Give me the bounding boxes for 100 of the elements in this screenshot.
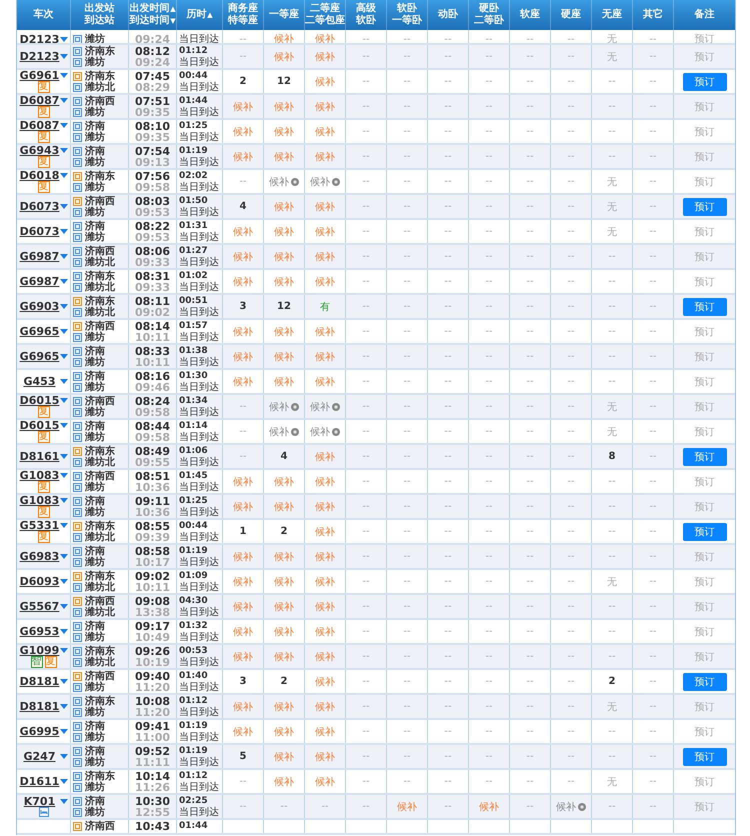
expand-caret-icon[interactable]: [60, 579, 68, 584]
train-number-link[interactable]: G6903: [19, 301, 60, 312]
seat-status[interactable]: 候补: [233, 550, 253, 564]
seat-status[interactable]: 候补: [274, 224, 294, 238]
seat-status[interactable]: 候补: [274, 50, 294, 64]
train-number-link[interactable]: D2123: [19, 34, 60, 43]
train-number-link[interactable]: G6943: [19, 145, 60, 156]
seat-status[interactable]: 候补: [274, 650, 294, 664]
seat-status[interactable]: 候补: [315, 474, 335, 488]
seat-status[interactable]: 候补: [274, 32, 294, 43]
train-number-link[interactable]: D6073: [19, 226, 60, 237]
expand-caret-icon[interactable]: [60, 398, 68, 403]
seat-status[interactable]: 候补: [274, 500, 294, 514]
seat-status[interactable]: 候补: [315, 500, 335, 514]
train-number-link[interactable]: D6087: [19, 95, 60, 106]
train-number-link[interactable]: K701: [19, 796, 60, 807]
seat-status[interactable]: 候补: [233, 374, 253, 388]
seat-status[interactable]: 候补: [233, 150, 253, 164]
seat-status[interactable]: 候补: [315, 224, 335, 238]
expand-caret-icon[interactable]: [60, 148, 68, 153]
seat-status[interactable]: 候补: [315, 750, 335, 764]
seat-status[interactable]: 候补: [233, 650, 253, 664]
seat-status[interactable]: 候补: [233, 100, 253, 114]
train-number-link[interactable]: D8161: [19, 451, 60, 462]
expand-caret-icon[interactable]: [60, 729, 68, 734]
seat-status[interactable]: 候补: [479, 800, 499, 814]
seat-status[interactable]: 候补: [274, 124, 294, 138]
book-button[interactable]: 预订: [682, 522, 726, 540]
seat-status[interactable]: 候补: [315, 324, 335, 338]
seat-status[interactable]: 候补: [315, 32, 335, 43]
seat-status[interactable]: 候补: [274, 374, 294, 388]
expand-caret-icon[interactable]: [60, 173, 68, 178]
train-number-link[interactable]: G6965: [19, 326, 60, 337]
seat-status[interactable]: 候补: [315, 700, 335, 714]
expand-caret-icon[interactable]: [60, 54, 68, 59]
seat-status[interactable]: 候补: [233, 124, 253, 138]
seat-status[interactable]: 候补: [233, 624, 253, 638]
train-number-link[interactable]: G5567: [19, 601, 60, 612]
expand-caret-icon[interactable]: [60, 379, 68, 384]
book-button[interactable]: 预订: [682, 198, 726, 216]
column-header[interactable]: 到达时间: [129, 15, 170, 27]
seat-status[interactable]: 候补: [315, 100, 335, 114]
train-number-link[interactable]: G1083: [19, 470, 60, 481]
seat-status[interactable]: 候补: [315, 600, 335, 614]
seat-status[interactable]: 候补: [274, 624, 294, 638]
seat-status[interactable]: 候补: [315, 524, 335, 538]
train-number-link[interactable]: D1611: [19, 776, 60, 787]
seat-status[interactable]: 候补: [274, 200, 294, 214]
seat-status[interactable]: 候补: [315, 450, 335, 464]
seat-status[interactable]: 候补: [315, 74, 335, 88]
train-number-link[interactable]: G6987: [19, 276, 60, 287]
expand-caret-icon[interactable]: [60, 354, 68, 359]
seat-status[interactable]: 候补: [274, 550, 294, 564]
seat-status[interactable]: 候补: [315, 200, 335, 214]
expand-caret-icon[interactable]: [60, 304, 68, 309]
seat-status[interactable]: 候补: [233, 474, 253, 488]
train-number-link[interactable]: G6965: [19, 351, 60, 362]
seat-status[interactable]: 候补: [274, 774, 294, 788]
column-header[interactable]: 历时: [186, 9, 206, 21]
seat-status[interactable]: 候补: [233, 250, 253, 264]
expand-caret-icon[interactable]: [60, 279, 68, 284]
seat-status[interactable]: 候补: [274, 600, 294, 614]
expand-caret-icon[interactable]: [60, 36, 68, 42]
seat-status[interactable]: 候补: [315, 374, 335, 388]
seat-status[interactable]: 候补: [315, 774, 335, 788]
train-number-link[interactable]: D6093: [19, 576, 60, 587]
expand-caret-icon[interactable]: [60, 473, 68, 478]
train-number-link[interactable]: D6073: [19, 201, 60, 212]
expand-caret-icon[interactable]: [60, 123, 68, 128]
seat-status[interactable]: 候补: [274, 574, 294, 588]
expand-caret-icon[interactable]: [60, 73, 68, 78]
train-number-link[interactable]: G247: [19, 751, 60, 762]
expand-caret-icon[interactable]: [60, 799, 68, 804]
expand-caret-icon[interactable]: [60, 679, 68, 684]
train-number-link[interactable]: G1083: [19, 495, 60, 506]
seat-status[interactable]: 候补: [274, 100, 294, 114]
seat-status[interactable]: 候补: [233, 274, 253, 288]
seat-status[interactable]: 候补: [233, 500, 253, 514]
book-button[interactable]: 预订: [682, 72, 726, 90]
seat-status[interactable]: 候补: [233, 724, 253, 738]
seat-status[interactable]: 候补: [315, 674, 335, 688]
seat-status[interactable]: 候补: [315, 350, 335, 364]
book-button[interactable]: 预订: [682, 748, 726, 766]
seat-status[interactable]: 候补: [315, 124, 335, 138]
seat-status[interactable]: 候补: [315, 50, 335, 64]
train-number-link[interactable]: D8181: [19, 701, 60, 712]
train-number-link[interactable]: D6015: [19, 395, 60, 406]
seat-status[interactable]: 候补: [274, 250, 294, 264]
train-number-link[interactable]: D6015: [19, 420, 60, 431]
train-number-link[interactable]: G453: [19, 376, 60, 387]
train-number-link[interactable]: G6961: [19, 70, 60, 81]
expand-caret-icon[interactable]: [60, 229, 68, 234]
expand-caret-icon[interactable]: [60, 423, 68, 428]
expand-caret-icon[interactable]: [60, 648, 68, 653]
book-button[interactable]: 预订: [682, 298, 726, 316]
seat-status[interactable]: 候补: [233, 574, 253, 588]
train-number-link[interactable]: G6995: [19, 726, 60, 737]
train-number-link[interactable]: G1099: [19, 645, 60, 656]
seat-status[interactable]: 候补: [315, 650, 335, 664]
seat-status[interactable]: 候补: [274, 750, 294, 764]
